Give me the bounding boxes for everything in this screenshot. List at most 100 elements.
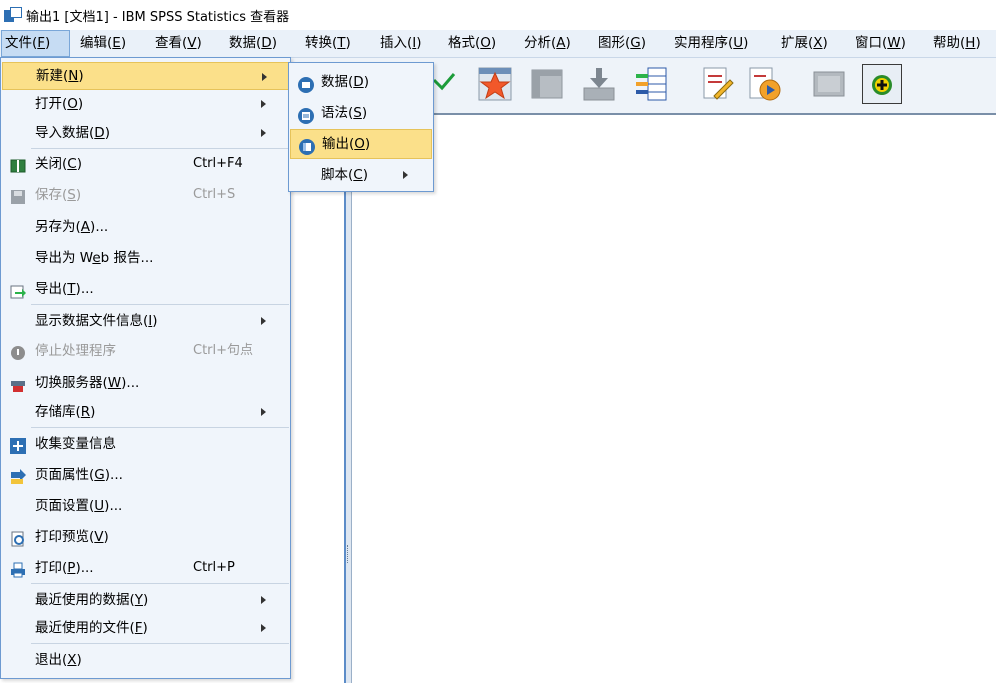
- spss-app-icon: [4, 7, 22, 23]
- file-menu-item-import-data[interactable]: 导入数据(D): [2, 119, 290, 147]
- menu-item-label: 关闭(C): [35, 156, 82, 172]
- menu-item-label: 显示数据文件信息(I): [35, 313, 158, 329]
- insert-text-icon[interactable]: [700, 66, 734, 102]
- menu-graphs[interactable]: 图形(G): [598, 30, 646, 57]
- menu-separator: [31, 304, 289, 305]
- shortcut-label: Ctrl+S: [193, 187, 236, 202]
- stop-icon: [10, 343, 26, 360]
- output-icon: [299, 137, 315, 155]
- file-menu-item-page-setup[interactable]: 页面设置(U)...: [2, 492, 290, 520]
- file-menu-item-stop-processor: 停止处理程序 Ctrl+句点: [2, 337, 290, 365]
- file-menu-item-save-as[interactable]: 另存为(A)...: [2, 213, 290, 241]
- page-attributes-icon: [10, 467, 26, 484]
- file-menu-item-export-web-report[interactable]: 导出为 Web 报告...: [2, 244, 290, 272]
- file-menu-item-save: 保存(S) Ctrl+S: [2, 181, 290, 209]
- print-preview-icon: [10, 529, 26, 547]
- file-menu-item-recent-files[interactable]: 最近使用的文件(F): [2, 614, 290, 642]
- menu-item-label: 退出(X): [35, 652, 82, 668]
- data-icon: [298, 74, 314, 93]
- file-menu-item-display-data-file-info[interactable]: 显示数据文件信息(I): [2, 307, 290, 335]
- new-submenu: 数据(D) 语法(S) 输出(O) 脚本(C): [288, 62, 434, 192]
- plus-icon: [10, 436, 26, 454]
- menu-analyze[interactable]: 分析(A): [524, 30, 571, 57]
- menu-item-label: 最近使用的文件(F): [35, 620, 148, 636]
- file-menu-item-print-preview[interactable]: 打印预览(V): [2, 523, 290, 551]
- menu-transform[interactable]: 转换(T): [305, 30, 351, 57]
- menu-view[interactable]: 查看(V): [155, 30, 202, 57]
- menu-help[interactable]: 帮助(H): [933, 30, 981, 57]
- menu-separator: [31, 583, 289, 584]
- file-menu-item-page-attributes[interactable]: 页面属性(G)...: [2, 461, 290, 489]
- new-submenu-item-data[interactable]: 数据(D): [290, 67, 432, 97]
- menu-item-label: 存储库(R): [35, 404, 96, 420]
- file-menu-item-print[interactable]: 打印(P)... Ctrl+P: [2, 554, 290, 582]
- menu-item-label: 新建(N): [36, 68, 84, 84]
- file-menu-item-recent-data[interactable]: 最近使用的数据(Y): [2, 586, 290, 614]
- menu-item-label: 页面属性(G)...: [35, 467, 123, 483]
- submenu-arrow-icon: [261, 596, 266, 604]
- insert-title-icon[interactable]: [748, 66, 782, 102]
- file-menu-item-export[interactable]: 导出(T)...: [2, 275, 290, 303]
- menu-item-label: 最近使用的数据(Y): [35, 592, 149, 608]
- menu-item-label: 保存(S): [35, 187, 82, 203]
- menu-item-label: 切换服务器(W)...: [35, 375, 140, 391]
- file-menu-item-repository[interactable]: 存储库(R): [2, 398, 290, 426]
- new-submenu-item-output[interactable]: 输出(O): [290, 129, 432, 159]
- menu-item-label: 打印(P)...: [35, 560, 94, 576]
- file-menu-item-exit[interactable]: 退出(X): [2, 646, 290, 674]
- file-menu-item-switch-server[interactable]: 切换服务器(W)...: [2, 369, 290, 397]
- file-menu-item-close[interactable]: 关闭(C) Ctrl+F4: [2, 150, 290, 178]
- server-icon: [10, 375, 26, 392]
- show-icon[interactable]: [812, 66, 846, 102]
- new-submenu-item-syntax[interactable]: 语法(S): [290, 98, 432, 128]
- file-menu-item-new[interactable]: 新建(N): [2, 62, 290, 90]
- shortcut-label: Ctrl+F4: [193, 156, 243, 171]
- designate-window-icon[interactable]: [478, 66, 512, 102]
- go-to-data-icon[interactable]: [432, 66, 466, 102]
- menu-window[interactable]: 窗口(W): [855, 30, 906, 57]
- menu-item-label: 收集变量信息: [35, 436, 116, 452]
- title-bar: 输出1 [文档1] - IBM SPSS Statistics 查看器: [0, 0, 996, 30]
- shortcut-label: Ctrl+句点: [193, 343, 254, 358]
- export-icon: [10, 281, 26, 299]
- window-title: 输出1 [文档1] - IBM SPSS Statistics 查看器: [26, 9, 290, 25]
- menu-item-label: 数据(D): [321, 74, 369, 90]
- menu-separator: [31, 643, 289, 644]
- file-menu-item-open[interactable]: 打开(O): [2, 90, 290, 118]
- menu-utilities[interactable]: 实用程序(U): [674, 30, 748, 57]
- menu-item-label: 导入数据(D): [35, 125, 110, 141]
- menu-separator: [31, 427, 289, 428]
- menu-edit[interactable]: 编辑(E): [80, 30, 126, 57]
- menu-item-label: 打开(O): [35, 96, 84, 112]
- submenu-arrow-icon: [261, 129, 266, 137]
- pane-splitter[interactable]: [344, 115, 352, 683]
- menu-format[interactable]: 格式(O): [448, 30, 496, 57]
- menu-item-label: 打印预览(V): [35, 529, 109, 545]
- menu-item-label: 另存为(A)...: [35, 219, 109, 235]
- menu-insert[interactable]: 插入(I): [380, 30, 422, 57]
- submenu-arrow-icon: [261, 624, 266, 632]
- pivot-icon[interactable]: [530, 66, 564, 102]
- close-window-icon: [10, 156, 26, 173]
- submenu-arrow-icon: [261, 317, 266, 325]
- add-item-icon[interactable]: [862, 64, 902, 104]
- shortcut-label: Ctrl+P: [193, 560, 235, 575]
- menu-extensions[interactable]: 扩展(X): [781, 30, 828, 57]
- save-icon: [10, 187, 26, 204]
- file-menu-item-collect-variable-info[interactable]: 收集变量信息: [2, 430, 290, 458]
- submenu-arrow-icon: [403, 171, 408, 179]
- submenu-arrow-icon: [261, 100, 266, 108]
- menu-bar: 文件(F) 编辑(E) 查看(V) 数据(D) 转换(T) 插入(I) 格式(O) 分析(A)…: [0, 30, 996, 58]
- insert-variable-icon[interactable]: [634, 66, 668, 102]
- menu-item-label: 停止处理程序: [35, 343, 116, 359]
- output-content-pane[interactable]: [352, 115, 996, 683]
- menu-item-label: 导出(T)...: [35, 281, 94, 297]
- menu-file[interactable]: 文件(F): [1, 30, 70, 57]
- menu-item-label: 输出(O): [322, 136, 371, 152]
- menu-data[interactable]: 数据(D): [229, 30, 277, 57]
- insert-case-icon[interactable]: [582, 66, 616, 102]
- menu-item-label: 页面设置(U)...: [35, 498, 123, 514]
- file-menu-dropdown: 新建(N) 打开(O) 导入数据(D) 关闭(C) Ctrl+F4 保存(S) Ctrl+S…: [0, 57, 291, 679]
- new-submenu-item-script[interactable]: 脚本(C): [290, 160, 432, 190]
- submenu-arrow-icon: [261, 408, 266, 416]
